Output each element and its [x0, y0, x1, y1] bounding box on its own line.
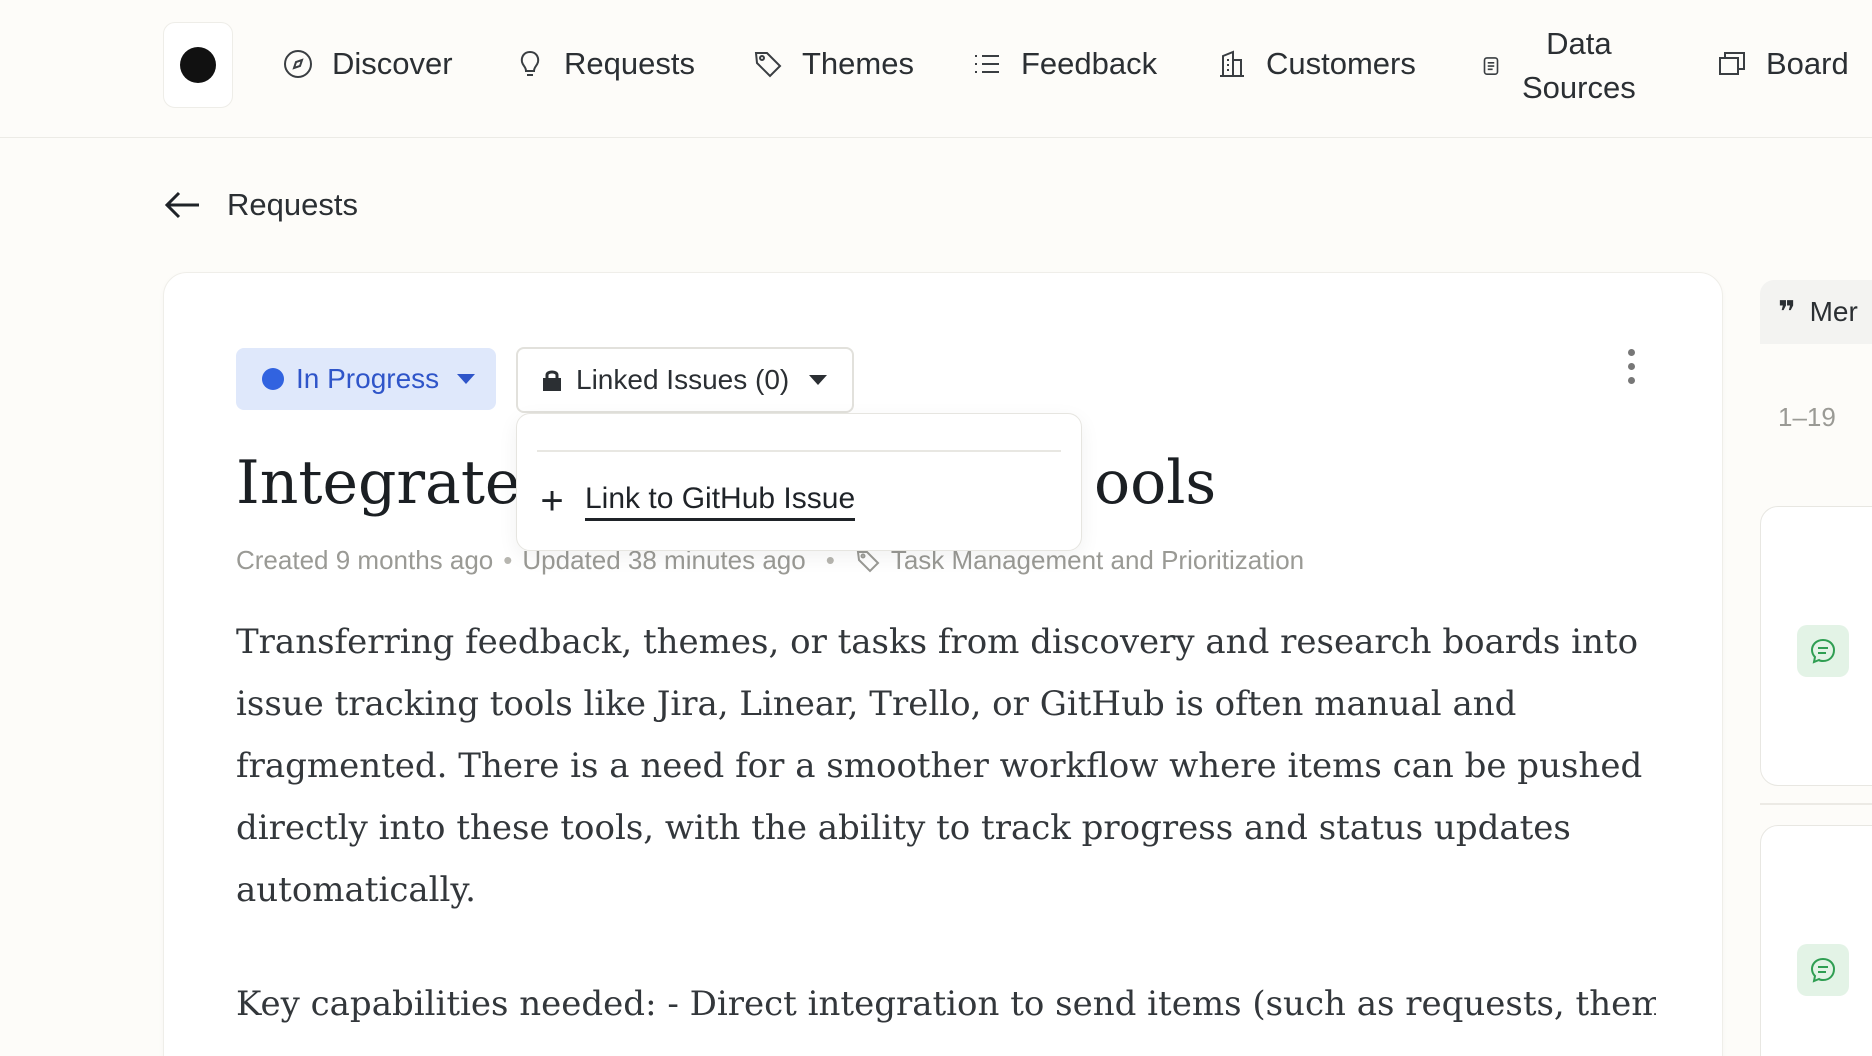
back-label: Requests — [227, 187, 358, 222]
top-navigation: Discover Requests Themes Feedback Custom… — [0, 0, 1872, 138]
chevron-down-icon — [809, 375, 828, 385]
building-icon — [1220, 50, 1244, 77]
link-github-issue-item[interactable]: + Link to GitHub Issue — [537, 466, 856, 536]
dropdown-divider — [537, 450, 1061, 452]
request-card: In Progress Linked Issues (0) Integrate … — [163, 272, 1723, 1056]
kebab-dot — [1627, 376, 1635, 384]
lock-icon — [543, 370, 561, 391]
back-to-requests-link[interactable]: Requests — [163, 180, 358, 230]
kebab-dot — [1627, 362, 1635, 370]
nav-item-feedback[interactable]: Feedback — [971, 36, 1157, 92]
nav-label: Requests — [564, 46, 695, 81]
request-title-left: Integrate — [236, 448, 521, 518]
linked-issues-dropdown-button[interactable]: Linked Issues (0) — [516, 347, 854, 413]
nav-label: Discover — [332, 46, 453, 81]
arrow-left-icon — [164, 191, 199, 219]
linked-issues-dropdown-menu: + Link to GitHub Issue — [516, 413, 1082, 551]
linked-issues-label: Linked Issues (0) — [576, 364, 790, 395]
board-icon — [1719, 52, 1745, 75]
mention-card[interactable] — [1760, 506, 1872, 786]
nav-label-line2: Sources — [1522, 70, 1636, 105]
nav-item-themes[interactable]: Themes — [752, 36, 914, 92]
compass-icon — [284, 50, 312, 78]
pagination-range: 1–19 — [1778, 402, 1836, 432]
link-github-issue-label: Link to GitHub Issue — [585, 482, 856, 521]
nav-item-requests[interactable]: Requests — [514, 36, 695, 92]
plus-icon: + — [540, 478, 564, 523]
app-logo[interactable] — [163, 22, 233, 108]
nav-label: Customers — [1266, 46, 1416, 81]
status-dropdown-button[interactable]: In Progress — [236, 348, 496, 410]
nav-item-customers[interactable]: Customers — [1216, 36, 1416, 92]
panel-header-label: Mer — [1809, 296, 1858, 327]
nav-item-board[interactable]: Board — [1716, 36, 1849, 92]
chat-badge — [1797, 625, 1849, 677]
nav-label: Themes — [802, 46, 914, 81]
mentions-panel-header[interactable]: ❞ Mer — [1760, 280, 1872, 344]
created-date: Created 9 months ago — [236, 545, 494, 575]
tag-icon — [754, 52, 782, 78]
chat-badge — [1797, 944, 1849, 996]
status-dot — [262, 368, 284, 390]
request-description: Transferring feedback, themes, or tasks … — [236, 622, 1643, 910]
request-title-right: ools — [1094, 448, 1217, 518]
chat-bubble-icon — [1810, 957, 1836, 983]
nav-label-two-line: Data Sources — [1522, 22, 1636, 110]
logo-mark — [180, 47, 216, 83]
more-options-button[interactable] — [1616, 341, 1646, 391]
nav-item-data-sources[interactable]: Data Sources — [1478, 22, 1636, 110]
nav-label-line1: Data — [1546, 26, 1612, 61]
nav-item-discover[interactable]: Discover — [282, 36, 453, 92]
nav-label: Board — [1766, 46, 1849, 81]
status-label: In Progress — [296, 363, 440, 394]
mention-card[interactable] — [1760, 825, 1872, 1056]
key-capabilities-text: Key capabilities needed: - Direct integr… — [236, 984, 1656, 1024]
list-icon — [975, 55, 999, 73]
quote-icon: ❞ — [1778, 294, 1796, 330]
kebab-dot — [1627, 348, 1635, 356]
meta-separator: • — [503, 545, 513, 575]
database-icon — [1483, 57, 1499, 75]
tag-icon — [856, 550, 880, 572]
side-divider — [1760, 803, 1872, 805]
lightbulb-icon — [520, 50, 540, 76]
chat-bubble-icon — [1810, 638, 1836, 664]
nav-label: Feedback — [1021, 46, 1158, 81]
chevron-down-icon — [457, 374, 476, 384]
